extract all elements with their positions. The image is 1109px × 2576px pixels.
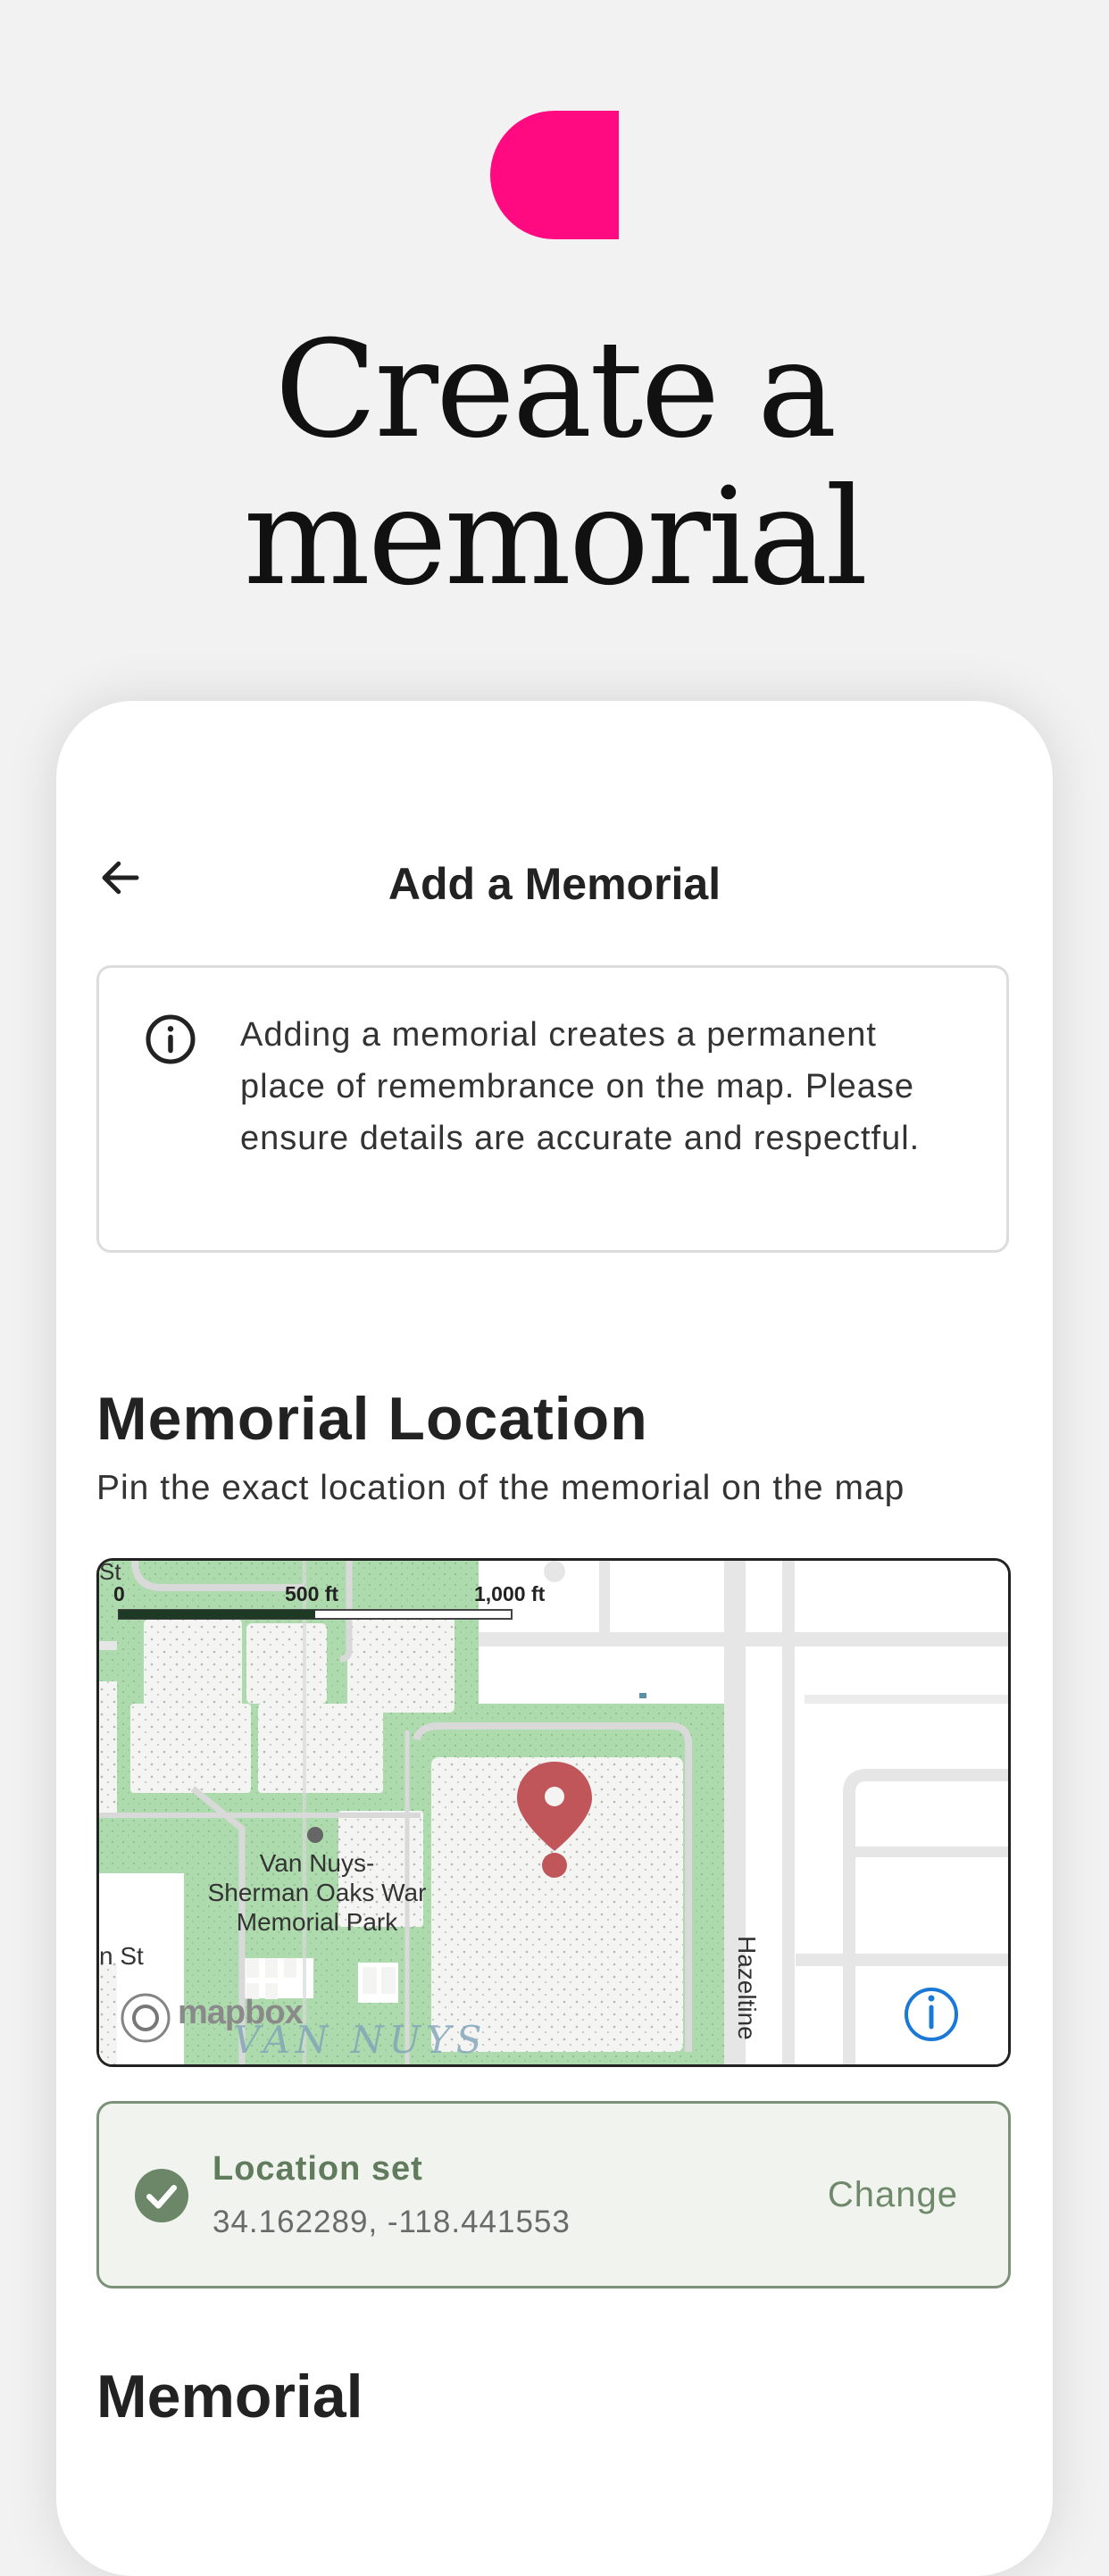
hero-title-line1: Create a xyxy=(274,313,838,468)
page-title: Add a Memorial xyxy=(388,859,721,909)
location-map[interactable]: 0 500 ft 1,000 ft St Van Nuys- Sherman O… xyxy=(96,1558,1011,2067)
brand-logo xyxy=(490,111,619,239)
check-circle-icon xyxy=(135,2169,188,2222)
notice-text: Adding a memorial creates a permanent pl… xyxy=(240,1016,921,1157)
section-subtitle-location: Pin the exact location of the memorial o… xyxy=(96,1469,905,1507)
map-base xyxy=(99,1561,1008,2064)
status-title: Location set xyxy=(213,2150,423,2188)
hero-title-line2: memorial xyxy=(243,460,869,615)
change-location-button[interactable]: Change xyxy=(828,2175,958,2215)
info-circle-icon[interactable] xyxy=(905,1988,958,2041)
hero-title: Create a memorial xyxy=(0,317,1109,612)
map-park-label: Van Nuys- Sherman Oaks War Memorial Park xyxy=(207,1849,427,1936)
map-street-label-right: Hazeltine xyxy=(732,1936,762,2040)
info-icon xyxy=(146,1014,196,1064)
map-street-label-left: n St xyxy=(99,1942,144,1970)
scale-tick-500: 500 ft xyxy=(285,1582,339,1605)
status-coordinates: 34.162289, -118.441553 xyxy=(213,2205,571,2239)
scale-tick-1000: 1,000 ft xyxy=(474,1582,546,1605)
info-notice: Adding a memorial creates a permanent pl… xyxy=(96,965,1009,1253)
map-street-label-top: St xyxy=(99,1558,121,1585)
mapbox-attribution[interactable]: mapbox xyxy=(178,1996,304,2030)
location-status: Location set 34.162289, -118.441553 Chan… xyxy=(96,2101,1011,2288)
phone-card: Add a Memorial Adding a memorial creates… xyxy=(56,701,1053,2576)
section-title-location: Memorial Location xyxy=(96,1385,648,1453)
section-title-memorial: Memorial xyxy=(96,2363,363,2430)
mapbox-logo-icon xyxy=(121,1993,171,2043)
